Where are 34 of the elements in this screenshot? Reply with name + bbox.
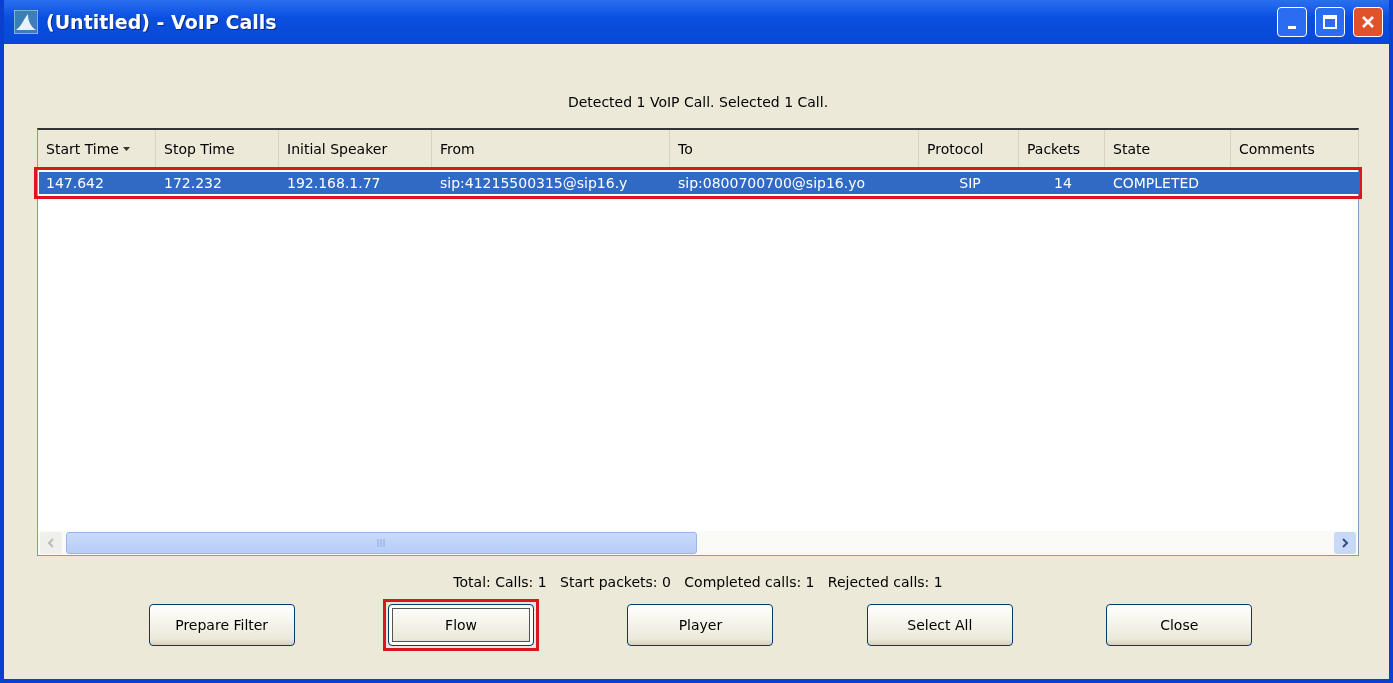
column-header[interactable]: To [670, 130, 919, 168]
dialog-button[interactable]: Close [1106, 604, 1253, 646]
minimize-icon [1288, 25, 1296, 29]
table-cell-text: sip:0800700700@sip16.yo [677, 174, 867, 193]
dialog-button[interactable]: Player [627, 604, 774, 646]
table-cell-text: 172.232 [163, 174, 223, 193]
column-header[interactable]: Protocol [919, 130, 1019, 168]
table-cell-text: sip:41215500315@sip16.y [439, 174, 629, 193]
dialog-button[interactable]: Select All [866, 604, 1013, 646]
stats-text: Total: Calls: 1 Start packets: 0 Completed calls: 1 Rejected calls: 1 [452, 574, 944, 590]
shark-fin-icon [14, 10, 38, 34]
column-header[interactable]: Stop Time [156, 130, 279, 168]
call-row[interactable]: 147.642 172.232 192.168.1.77 sip:41215500315@sip16.y sip:0800700700@sip16.yo SIP 14 COMPLETED [39, 172, 1360, 194]
summary-text: Detected 1 VoIP Call. Selected 1 Call. [566, 94, 830, 112]
column-header[interactable]: Start Time [38, 130, 156, 168]
table-cell-text: SIP [958, 174, 982, 193]
dialog-button[interactable]: Flow [388, 604, 535, 646]
column-header[interactable]: Comments [1231, 130, 1359, 168]
column-header[interactable]: State [1105, 130, 1231, 168]
close-icon [1361, 15, 1375, 29]
minimize-button[interactable] [1277, 7, 1307, 37]
maximize-button[interactable] [1315, 7, 1345, 37]
table-cell-text: 147.642 [45, 174, 105, 193]
dialog-button[interactable]: Prepare Filter [148, 604, 295, 646]
close-window-button[interactable] [1353, 7, 1383, 37]
table-cell-text: 192.168.1.77 [286, 174, 382, 193]
table-cell-text: COMPLETED [1112, 174, 1201, 193]
column-header[interactable]: From [432, 130, 670, 168]
column-header[interactable]: Packets [1019, 130, 1105, 168]
scroll-right-icon[interactable] [1334, 532, 1356, 554]
table-cell-text: 14 [1053, 174, 1073, 193]
window-title: (Untitled) - VoIP Calls [46, 11, 278, 33]
column-header[interactable]: Initial Speaker [279, 130, 432, 168]
maximize-icon [1323, 15, 1337, 29]
